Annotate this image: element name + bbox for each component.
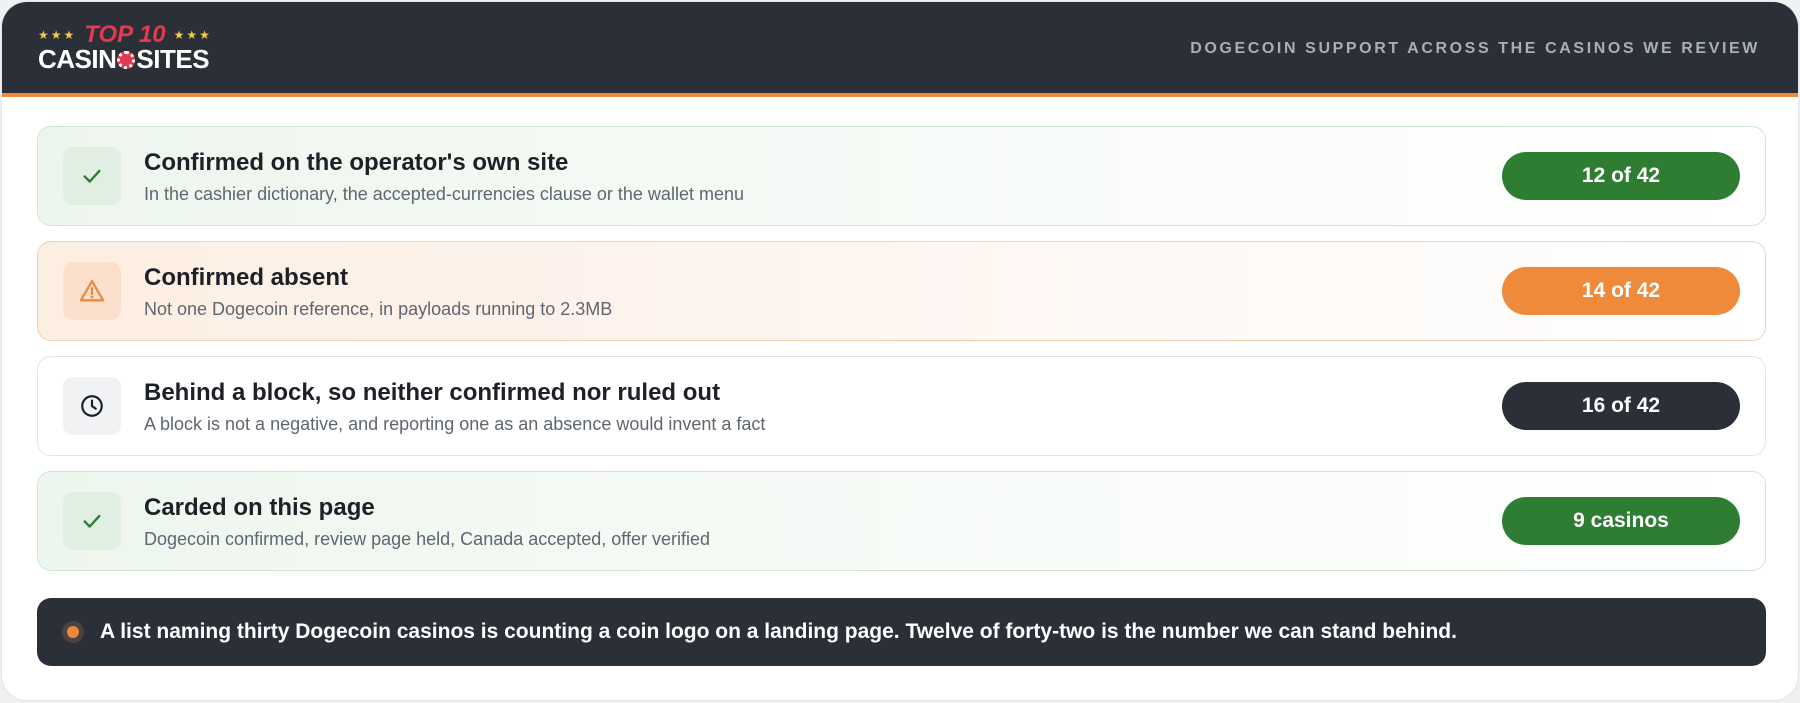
logo-top10-text: TOP 10 xyxy=(84,21,166,48)
clock-icon xyxy=(63,377,121,435)
bullet-dot-icon xyxy=(62,621,84,643)
check-icon xyxy=(63,147,121,205)
row-title: Confirmed on the operator's own site xyxy=(144,149,569,176)
header-caption: DOGECOIN SUPPORT ACROSS THE CASINOS WE R… xyxy=(1190,40,1760,57)
count-badge: 16 of 42 xyxy=(1502,382,1740,430)
status-row-blocked: Behind a block, so neither confirmed nor… xyxy=(37,356,1766,456)
casino-chip-icon xyxy=(117,51,136,69)
logo-casino-text: CASIN xyxy=(38,44,117,74)
warning-icon xyxy=(63,262,121,320)
row-subtitle: Dogecoin confirmed, review page held, Ca… xyxy=(144,529,711,549)
logo-stars-left: ★★★ xyxy=(38,28,77,42)
row-title: Behind a block, so neither confirmed nor… xyxy=(144,379,721,406)
row-subtitle: Not one Dogecoin reference, in payloads … xyxy=(144,299,613,319)
logo-top-line: ★★★ TOP 10 ★★★ xyxy=(38,21,228,48)
row-subtitle: In the cashier dictionary, the accepted-… xyxy=(144,184,744,204)
status-row-confirmed: Confirmed on the operator's own site In … xyxy=(37,126,1766,226)
footer-text: A list naming thirty Dogecoin casinos is… xyxy=(100,620,1457,643)
count-badge: 12 of 42 xyxy=(1502,152,1740,200)
top10-casinosites-logo[interactable]: ★★★ TOP 10 ★★★ CASIN SITES xyxy=(38,21,228,74)
count-badge: 9 casinos xyxy=(1502,497,1740,545)
logo-sites-text: SITES xyxy=(136,44,210,74)
status-row-carded: Carded on this page Dogecoin confirmed, … xyxy=(37,471,1766,571)
row-subtitle: A block is not a negative, and reporting… xyxy=(144,414,766,434)
logo-bottom-line: CASIN SITES xyxy=(38,44,210,74)
header-bar: ★★★ TOP 10 ★★★ CASIN SITES DOGECOIN SUPP… xyxy=(2,2,1798,97)
row-title: Confirmed absent xyxy=(144,264,349,291)
footer-note: A list naming thirty Dogecoin casinos is… xyxy=(37,598,1766,666)
count-badge: 14 of 42 xyxy=(1502,267,1740,315)
row-title: Carded on this page xyxy=(144,494,375,521)
check-icon xyxy=(63,492,121,550)
logo-stars-right: ★★★ xyxy=(173,28,212,42)
dogecoin-support-card: ★★★ TOP 10 ★★★ CASIN SITES DOGECOIN SUPP… xyxy=(1,1,1799,701)
status-row-absent: Confirmed absent Not one Dogecoin refere… xyxy=(37,241,1766,341)
